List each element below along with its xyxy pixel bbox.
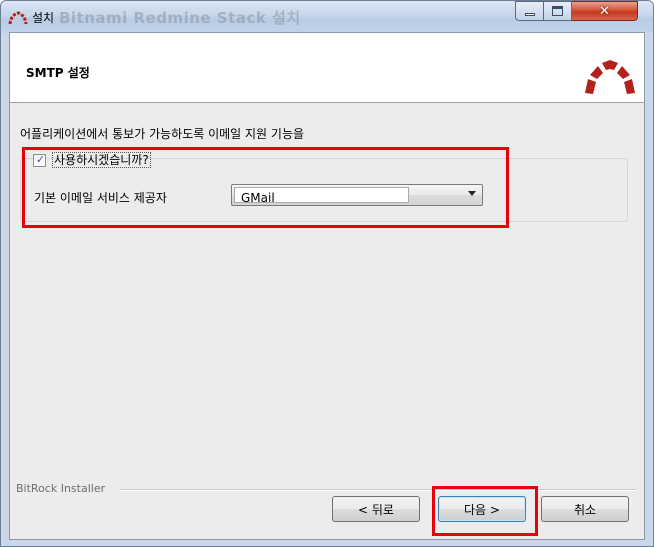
minimize-icon [525,13,535,16]
maximize-icon [552,6,563,16]
email-provider-value-box: GMail [234,187,409,205]
close-icon: ✕ [599,3,610,19]
back-button[interactable]: < 뒤로 [332,496,420,522]
redmine-logo-icon [8,11,28,25]
wizard-content: 어플리케이션에서 통보가 가능하도록 이메일 지원 기능을 ✓ 사용하시겠습니까… [10,103,644,541]
enable-email-checkbox[interactable]: ✓ [33,152,46,167]
installer-window: 설치 Bitnami Redmine Stack 설치 ✕ SMTP 설정 어플… [0,0,654,547]
close-button[interactable]: ✕ [572,1,638,21]
minimize-button[interactable] [515,1,544,21]
email-provider-select[interactable]: GMail [231,184,483,206]
window-title-ghost: Bitnami Redmine Stack 설치 [59,9,301,27]
next-button[interactable]: 다음 > [438,496,526,522]
wizard-client-area: SMTP 설정 어플리케이션에서 통보가 가능하도록 이메일 지원 기능을 ✓ … [9,32,645,540]
window-title: 설치 [32,11,55,25]
page-title: SMTP 설정 [26,66,90,80]
maximize-button[interactable] [544,1,572,21]
enable-email-label[interactable]: 사용하시겠습니까? [52,152,151,168]
dropdown-arrow-icon[interactable] [468,191,476,196]
enable-email-option[interactable]: ✓ 사용하시겠습니까? [33,152,151,168]
footer-divider [120,489,636,491]
title-bar[interactable]: 설치 Bitnami Redmine Stack 설치 ✕ [1,1,653,33]
redmine-logo-icon [585,60,635,94]
cancel-button[interactable]: 취소 [541,496,629,522]
email-provider-label: 기본 이메일 서비스 제공자 [34,191,167,205]
installer-brand-label: BitRock Installer [16,482,109,495]
checkmark-icon: ✓ [35,152,46,166]
smtp-description: 어플리케이션에서 통보가 가능하도록 이메일 지원 기능을 [20,127,305,141]
email-provider-value: GMail [241,191,275,205]
wizard-header: SMTP 설정 [10,33,644,103]
